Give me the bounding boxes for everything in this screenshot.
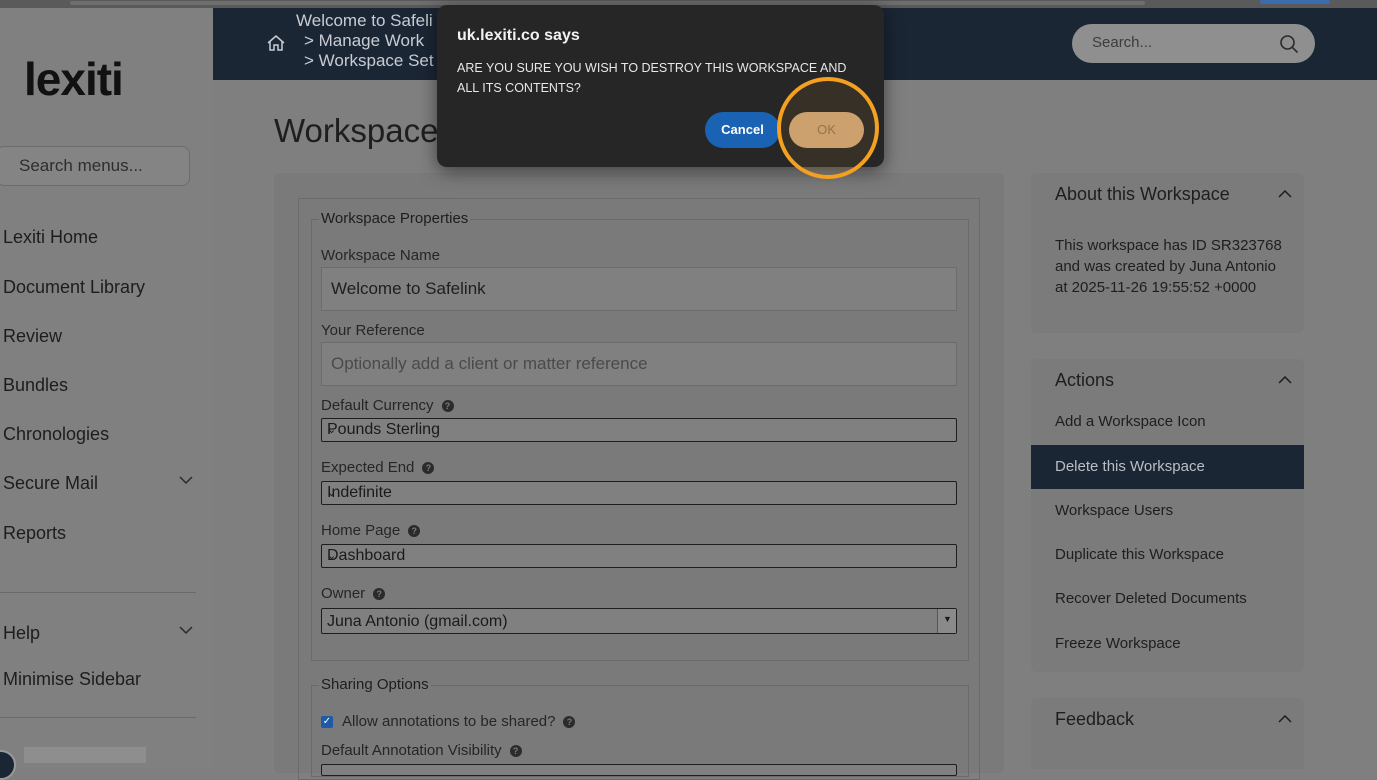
menu-search-placeholder: Search menus... bbox=[19, 156, 143, 175]
breadcrumb-item[interactable]: > Workspace Set bbox=[296, 51, 434, 71]
sidebar-item-help[interactable]: Help bbox=[3, 623, 40, 644]
about-card: About this Workspace This workspace has … bbox=[1031, 173, 1304, 333]
home-page-label-row: Home Page? bbox=[321, 522, 421, 539]
help-icon[interactable]: ? bbox=[373, 588, 386, 601]
feedback-title: Feedback bbox=[1055, 709, 1135, 729]
page-title: Workspace bbox=[274, 112, 439, 149]
action-delete-label: Delete this Workspace bbox=[1055, 458, 1205, 475]
chevron-up-icon[interactable] bbox=[1278, 376, 1292, 384]
search-placeholder: Search... bbox=[1092, 34, 1153, 51]
chevron-down-icon: ⌄ bbox=[327, 424, 337, 436]
action-delete-workspace[interactable]: Delete this Workspace bbox=[1031, 445, 1304, 489]
sidebar-item-document-library[interactable]: Document Library bbox=[3, 277, 145, 298]
allow-annotations-label: Allow annotations to be shared? bbox=[342, 713, 556, 730]
reference-label: Your Reference bbox=[321, 322, 425, 339]
chevron-down-icon: ⌄ bbox=[327, 487, 337, 499]
logo[interactable]: lexiti bbox=[24, 52, 124, 106]
about-title: About this Workspace bbox=[1055, 184, 1230, 204]
chevron-down-icon: ⌄ bbox=[327, 550, 337, 562]
home-page-select[interactable]: Dashboard ⌄ bbox=[321, 544, 957, 568]
workspace-name-input[interactable]: Welcome to Safelink bbox=[321, 267, 957, 311]
user-name-placeholder bbox=[24, 747, 146, 763]
expected-end-label: Expected End bbox=[321, 459, 415, 476]
allow-annotations-checkbox[interactable]: ✓ bbox=[321, 716, 333, 728]
sidebar-item-secure-mail[interactable]: Secure Mail bbox=[3, 473, 98, 494]
chevron-down-icon[interactable] bbox=[178, 475, 194, 485]
sharing-options-legend: Sharing Options bbox=[319, 676, 431, 693]
breadcrumb-item[interactable]: Welcome to Safeli bbox=[296, 11, 434, 31]
reference-placeholder: Optionally add a client or matter refere… bbox=[331, 354, 648, 373]
chevron-up-icon[interactable] bbox=[1278, 190, 1292, 198]
help-icon[interactable]: ? bbox=[563, 716, 576, 729]
sidebar-item-bundles[interactable]: Bundles bbox=[3, 375, 68, 396]
click-highlight-ring bbox=[777, 77, 879, 179]
about-text: This workspace has ID SR323768 and was c… bbox=[1055, 237, 1282, 296]
breadcrumb: Welcome to Safeli > Manage Work > Worksp… bbox=[296, 11, 434, 71]
sidebar-item-reports[interactable]: Reports bbox=[3, 523, 66, 544]
currency-label-row: Default Currency? bbox=[321, 397, 454, 414]
minimise-sidebar-button[interactable]: Minimise Sidebar bbox=[3, 669, 141, 690]
action-workspace-users[interactable]: Workspace Users bbox=[1055, 502, 1173, 519]
search-icon[interactable] bbox=[1279, 34, 1299, 54]
workspace-name-value: Welcome to Safelink bbox=[331, 279, 486, 298]
feedback-card: Feedback bbox=[1031, 698, 1304, 769]
allow-annotations-label-row: Allow annotations to be shared?? bbox=[342, 713, 576, 730]
sidebar-item-chronologies[interactable]: Chronologies bbox=[3, 424, 109, 445]
workspace-properties-legend: Workspace Properties bbox=[319, 210, 471, 227]
divider bbox=[0, 717, 196, 718]
reference-input[interactable]: Optionally add a client or matter refere… bbox=[321, 342, 957, 386]
owner-select[interactable]: Juna Antonio (gmail.com) ▼ bbox=[321, 608, 957, 634]
annotation-visibility-select[interactable] bbox=[321, 764, 957, 776]
chevron-up-icon[interactable] bbox=[1278, 715, 1292, 723]
owner-label-row: Owner? bbox=[321, 585, 386, 602]
browser-accent bbox=[1260, 0, 1330, 4]
expected-end-label-row: Expected End? bbox=[321, 459, 435, 476]
cancel-button[interactable]: Cancel bbox=[705, 112, 780, 148]
help-icon[interactable]: ? bbox=[509, 745, 522, 758]
caret-down-icon: ▼ bbox=[943, 614, 952, 624]
divider bbox=[0, 592, 196, 593]
annotation-visibility-label-row: Default Annotation Visibility? bbox=[321, 742, 522, 759]
currency-select[interactable]: Pounds Sterling ⌄ bbox=[321, 418, 957, 442]
action-recover-deleted[interactable]: Recover Deleted Documents bbox=[1055, 590, 1247, 607]
chevron-down-icon[interactable] bbox=[178, 625, 194, 635]
owner-value: Juna Antonio (gmail.com) bbox=[327, 613, 508, 630]
owner-dropdown-button[interactable]: ▼ bbox=[937, 609, 956, 633]
breadcrumb-item[interactable]: > Manage Work bbox=[296, 31, 434, 51]
action-duplicate-workspace[interactable]: Duplicate this Workspace bbox=[1055, 546, 1224, 563]
help-icon[interactable]: ? bbox=[408, 525, 421, 538]
expected-end-select[interactable]: Indefinite ⌄ bbox=[321, 481, 957, 505]
annotation-visibility-label: Default Annotation Visibility bbox=[321, 742, 502, 759]
action-add-workspace-icon[interactable]: Add a Workspace Icon bbox=[1055, 413, 1206, 430]
owner-label: Owner bbox=[321, 585, 366, 602]
help-icon[interactable]: ? bbox=[441, 400, 454, 413]
home-icon[interactable] bbox=[266, 33, 286, 53]
dialog-title: uk.lexiti.co says bbox=[457, 27, 580, 44]
menu-search-input[interactable]: Search menus... bbox=[0, 146, 190, 186]
actions-title: Actions bbox=[1055, 370, 1115, 390]
workspace-name-label: Workspace Name bbox=[321, 247, 440, 264]
sidebar-item-lexiti-home[interactable]: Lexiti Home bbox=[3, 227, 98, 248]
help-icon[interactable]: ? bbox=[422, 462, 435, 475]
action-freeze-workspace[interactable]: Freeze Workspace bbox=[1055, 635, 1181, 652]
home-page-label: Home Page bbox=[321, 522, 401, 539]
sidebar-item-review[interactable]: Review bbox=[3, 326, 62, 347]
search-input[interactable]: Search... bbox=[1072, 24, 1315, 63]
currency-label: Default Currency bbox=[321, 397, 434, 414]
